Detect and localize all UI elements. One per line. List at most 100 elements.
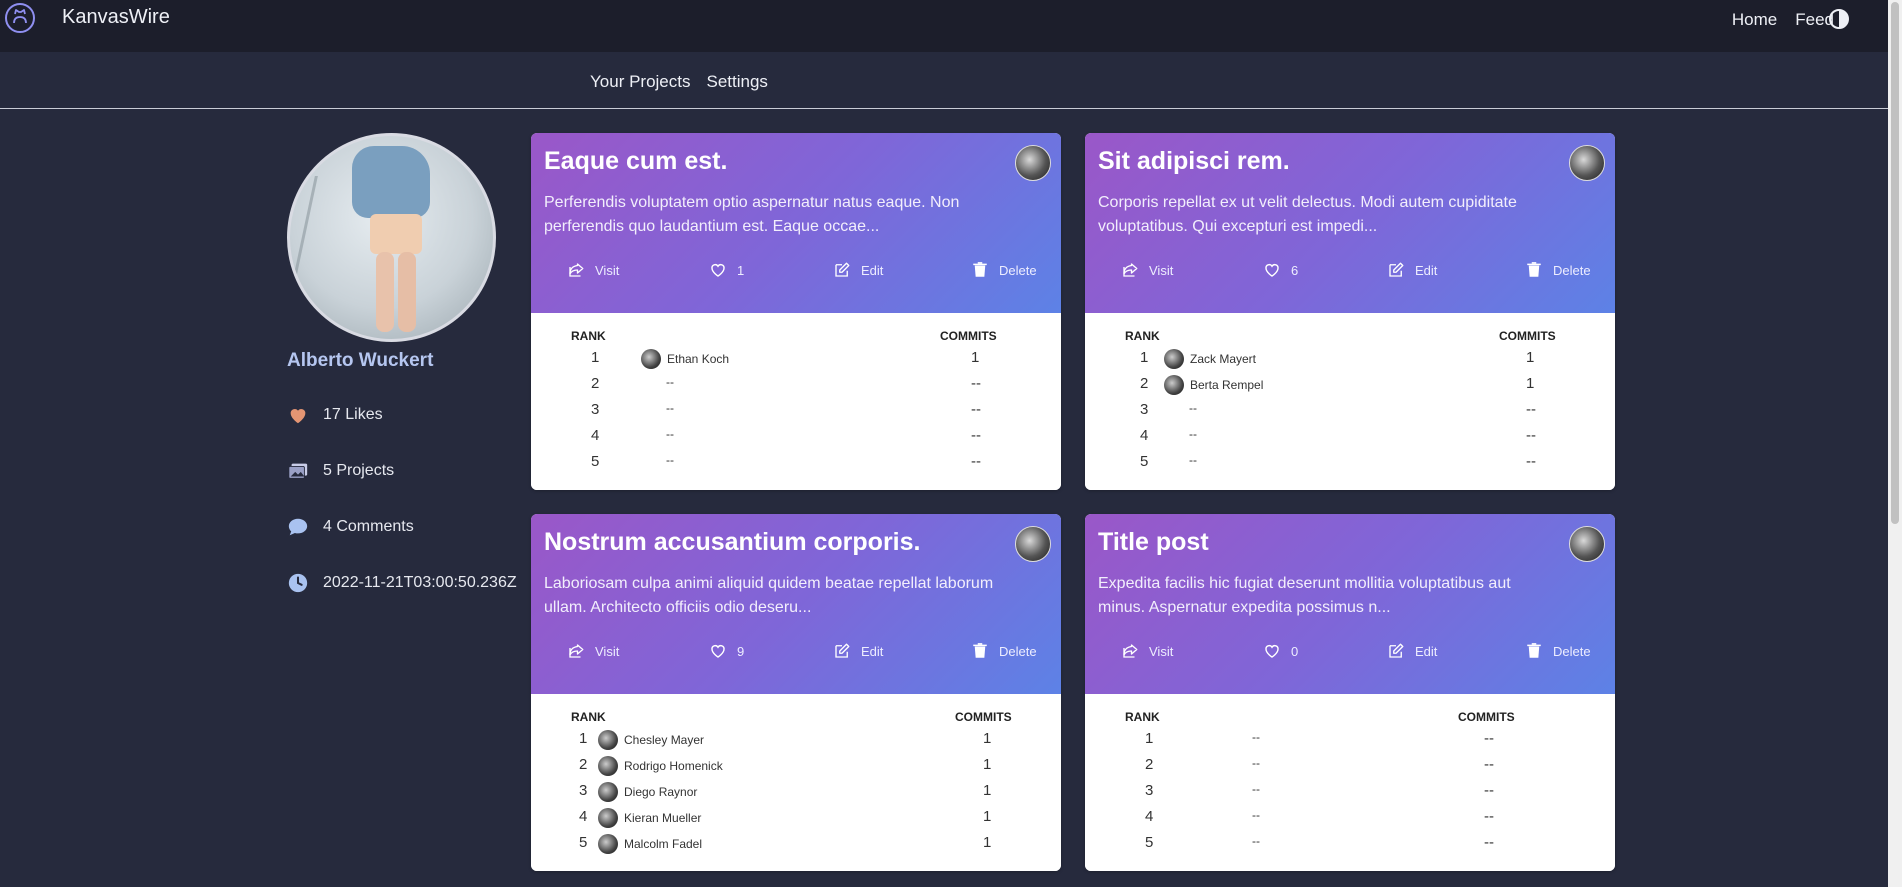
nav-home-link[interactable]: Home <box>1732 10 1777 30</box>
contributor-name: -- <box>1252 756 1260 770</box>
commit-count: -- <box>1484 834 1494 851</box>
contributor: -- <box>666 427 674 441</box>
edit-button[interactable]: Edit <box>833 642 883 660</box>
contributor-name: Rodrigo Homenick <box>624 759 723 773</box>
delete-button[interactable]: Delete <box>1525 642 1591 660</box>
visit-button[interactable]: Visit <box>567 261 619 279</box>
leaderboard: RANK COMMITS 1 -- -- 2 -- -- 3 -- -- 4 -… <box>1085 694 1615 871</box>
commit-count: -- <box>1526 401 1536 418</box>
visit-button[interactable]: Visit <box>567 642 619 660</box>
rank-value: 5 <box>1145 834 1154 851</box>
card-actions: Visit 6 Edit Delete <box>1085 261 1615 285</box>
rank-header: RANK <box>1125 710 1160 724</box>
card-actions: Visit 9 Edit Delete <box>531 642 1061 666</box>
rank-value: 3 <box>1140 401 1149 418</box>
owner-avatar[interactable] <box>1569 145 1605 181</box>
delete-button[interactable]: Delete <box>971 642 1037 660</box>
projects-stat: 5 Projects <box>287 460 394 482</box>
rank-value: 2 <box>1140 375 1149 392</box>
rank-header: RANK <box>571 329 606 343</box>
likes-stat: 17 Likes <box>287 404 383 426</box>
contributor: -- <box>1189 401 1197 415</box>
contributor-avatar <box>1164 349 1184 369</box>
leaderboard-row: 2 -- -- <box>531 375 1061 401</box>
contributor: -- <box>666 375 674 389</box>
edit-button[interactable]: Edit <box>833 261 883 279</box>
card-title[interactable]: Title post <box>1098 528 1209 557</box>
commit-count: -- <box>1526 453 1536 470</box>
delete-button[interactable]: Delete <box>1525 261 1591 279</box>
leaderboard-row: 1 Chesley Mayer 1 <box>531 730 1061 756</box>
leaderboard-row: 4 -- -- <box>1085 808 1615 834</box>
heart-outline-icon <box>711 263 725 277</box>
card-title[interactable]: Nostrum accusantium corporis. <box>544 528 920 557</box>
profile-avatar <box>287 133 496 342</box>
edit-button[interactable]: Edit <box>1387 642 1437 660</box>
contributor: -- <box>666 453 674 467</box>
profile-name: Alberto Wuckert <box>287 350 434 371</box>
contributor-name: -- <box>1252 730 1260 744</box>
visit-button[interactable]: Visit <box>1121 261 1173 279</box>
owner-avatar[interactable] <box>1015 145 1051 181</box>
page-scrollbar[interactable] <box>1888 0 1902 887</box>
like-button[interactable]: 9 <box>709 642 744 660</box>
rank-value: 4 <box>1145 808 1154 825</box>
like-button[interactable]: 1 <box>709 261 744 279</box>
card-title[interactable]: Sit adipisci rem. <box>1098 147 1290 176</box>
card-actions: Visit 1 Edit Delete <box>531 261 1061 285</box>
rank-value: 3 <box>579 782 588 799</box>
delete-button[interactable]: Delete <box>971 261 1037 279</box>
rank-value: 3 <box>1145 782 1154 799</box>
contributor[interactable]: Berta Rempel <box>1164 375 1263 395</box>
contributor-name: -- <box>666 427 674 441</box>
leaderboard-row: 3 -- -- <box>531 401 1061 427</box>
contributor[interactable]: Rodrigo Homenick <box>598 756 723 776</box>
leaderboard-row: 5 -- -- <box>1085 453 1615 479</box>
joined-stat: 2022-11-21T03:00:50.236Z <box>287 572 517 594</box>
owner-avatar[interactable] <box>1569 526 1605 562</box>
like-count: 1 <box>737 262 745 278</box>
commit-count: -- <box>1484 782 1494 799</box>
contributor[interactable]: Zack Mayert <box>1164 349 1256 369</box>
card-description: Expedita facilis hic fugiat deserunt mol… <box>1098 575 1511 616</box>
owner-avatar[interactable] <box>1015 526 1051 562</box>
contributor[interactable]: Malcolm Fadel <box>598 834 702 854</box>
leaderboard-row: 4 Kieran Mueller 1 <box>531 808 1061 834</box>
like-button[interactable]: 0 <box>1263 642 1298 660</box>
brand-name[interactable]: KanvasWire <box>62 6 170 29</box>
contributor[interactable]: Kieran Mueller <box>598 808 701 828</box>
visit-label: Visit <box>1149 262 1174 278</box>
theme-toggle-icon[interactable] <box>1828 8 1850 30</box>
like-button[interactable]: 6 <box>1263 261 1298 279</box>
leaderboard-row: 3 -- -- <box>1085 401 1615 427</box>
contributor-name: -- <box>1252 808 1260 822</box>
contributor-name: Zack Mayert <box>1190 352 1257 366</box>
contributor-name: -- <box>666 453 674 467</box>
contributor[interactable]: Chesley Mayer <box>598 730 704 750</box>
your-projects-link[interactable]: Your Projects <box>590 72 690 92</box>
contributor[interactable]: Ethan Koch <box>641 349 729 369</box>
edit-label: Edit <box>861 643 884 659</box>
scrollbar-thumb[interactable] <box>1891 2 1899 524</box>
contributor-avatar <box>598 756 618 776</box>
commits-header: COMMITS <box>1499 329 1556 343</box>
leaderboard-row: 1 -- -- <box>1085 730 1615 756</box>
leaderboard-row: 4 -- -- <box>1085 427 1615 453</box>
clock-icon <box>288 573 308 593</box>
edit-icon <box>835 262 850 277</box>
card-title[interactable]: Eaque cum est. <box>544 147 727 176</box>
visit-button[interactable]: Visit <box>1121 642 1173 660</box>
github-logo-icon[interactable] <box>4 2 36 34</box>
heart-outline-icon <box>1265 644 1279 658</box>
contributor[interactable]: Diego Raynor <box>598 782 697 802</box>
project-card: Nostrum accusantium corporis. Laboriosam… <box>531 514 1061 871</box>
card-header: Nostrum accusantium corporis. Laboriosam… <box>531 514 1061 694</box>
visit-label: Visit <box>595 643 620 659</box>
settings-link[interactable]: Settings <box>706 72 767 92</box>
commit-count: 1 <box>983 756 992 773</box>
edit-button[interactable]: Edit <box>1387 261 1437 279</box>
leaderboard: RANK COMMITS 1 Chesley Mayer 1 2 Rodrigo… <box>531 694 1061 871</box>
rank-value: 1 <box>591 349 600 366</box>
rank-value: 4 <box>1140 427 1149 444</box>
rank-value: 5 <box>579 834 588 851</box>
